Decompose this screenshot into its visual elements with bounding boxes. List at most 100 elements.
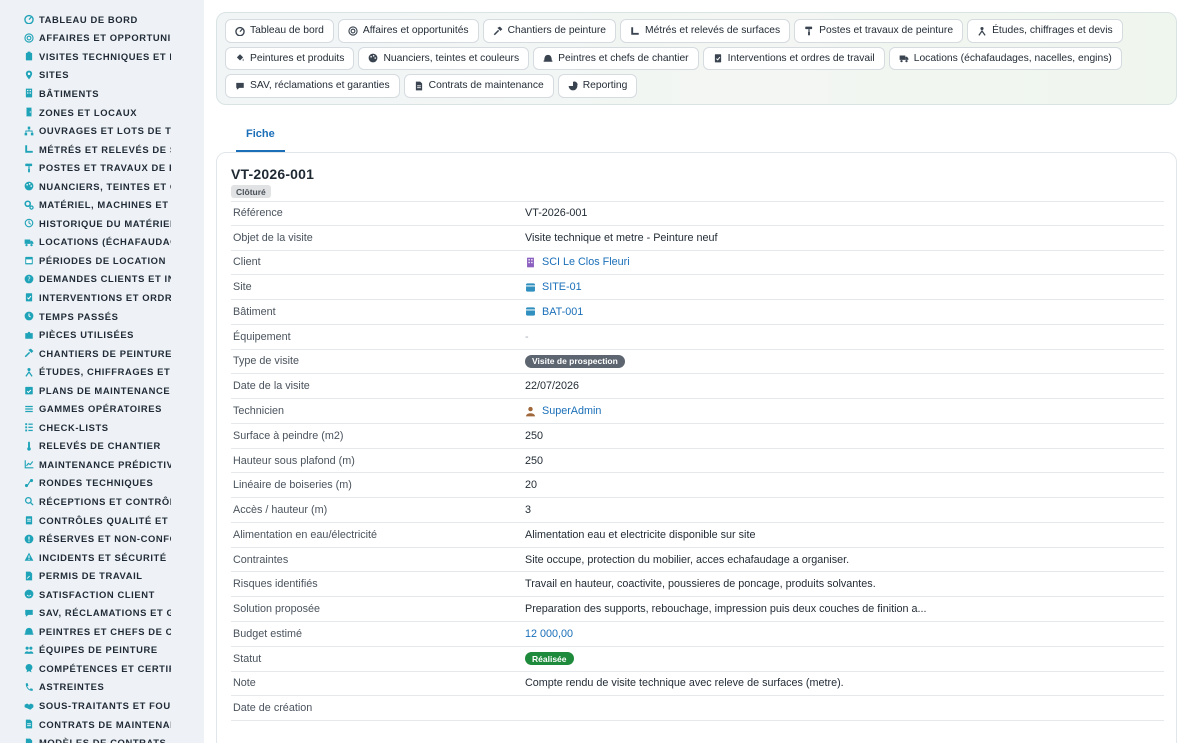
quick-link-button[interactable]: Nuanciers, teintes et couleurs xyxy=(358,46,530,70)
sidebar-item[interactable]: CHANTIERS DE PEINTURE xyxy=(0,344,204,363)
field-label: Surface à peindre (m2) xyxy=(233,429,344,442)
sidebar-item-label: COMPÉTENCES ET CERTIFICATIONS xyxy=(39,662,171,674)
sidebar-item[interactable]: NUANCIERS, TEINTES ET COULEURS xyxy=(0,177,204,196)
sidebar-item[interactable]: SOUS-TRAITANTS ET FOURNISSEURS xyxy=(0,696,204,715)
quick-link-button[interactable]: Tableau de bord xyxy=(225,19,334,43)
quick-link-button[interactable]: Métrés et relevés de surfaces xyxy=(620,19,791,43)
quick-link-label: Locations (échafaudages, nacelles, engin… xyxy=(913,52,1112,64)
field-value: SCI Le Clos Fleuri xyxy=(525,256,1164,268)
building-icon xyxy=(24,88,34,98)
sidebar-item[interactable]: VISITES TECHNIQUES ET MÉTRÉS xyxy=(0,47,204,66)
field-value-text: Preparation des supports, rebouchage, im… xyxy=(525,603,927,616)
field-row: Date de la visite 22/07/2026 xyxy=(231,374,1164,400)
quick-link-button[interactable]: Interventions et ordres de travail xyxy=(702,46,885,70)
sidebar-item-label: ÉQUIPES DE PEINTURE xyxy=(39,644,158,656)
sidebar-item[interactable]: RÉSERVES ET NON-CONFORMITÉS xyxy=(0,529,204,548)
sidebar-item[interactable]: PIÈCES UTILISÉES xyxy=(0,325,204,344)
field-link[interactable]: BAT-001 xyxy=(542,306,583,318)
sidebar-item[interactable]: ASTREINTES xyxy=(0,678,204,697)
quick-link-button[interactable]: Contrats de maintenance xyxy=(403,74,554,98)
field-link[interactable]: SITE-01 xyxy=(542,281,582,293)
sidebar-item[interactable]: RELEVÉS DE CHANTIER xyxy=(0,437,204,456)
quick-link-label: Peintures et produits xyxy=(250,52,345,64)
field-value-text: Compte rendu de visite technique avec re… xyxy=(525,677,844,690)
quick-link-button[interactable]: Locations (échafaudages, nacelles, engin… xyxy=(888,46,1122,70)
question-icon: ? xyxy=(24,274,34,284)
field-value-text: 22/07/2026 xyxy=(525,380,580,393)
quick-link-button[interactable]: Affaires et opportunités xyxy=(337,19,479,43)
field-row: Budget estimé 12 000,00 xyxy=(231,622,1164,647)
field-link[interactable]: 12 000,00 xyxy=(525,628,573,640)
quick-link-button[interactable]: Chantiers de peinture xyxy=(482,19,617,43)
quick-link-button[interactable]: Peintres et chefs de chantier xyxy=(533,46,699,70)
field-value: 3 xyxy=(525,504,1164,516)
sidebar-item-label: SATISFACTION CLIENT xyxy=(39,588,155,600)
field-label: Hauteur sous plafond (m) xyxy=(233,454,355,467)
sidebar-item[interactable]: ZONES ET LOCAUX xyxy=(0,103,204,122)
list-icon xyxy=(24,404,34,414)
sidebar-item[interactable]: ÉTUDES, CHIFFRAGES ET DEVIS xyxy=(0,362,204,381)
sidebar-item[interactable]: TABLEAU DE BORD xyxy=(0,10,204,29)
clipboard-list-icon xyxy=(24,515,34,525)
sidebar-item[interactable]: LOCATIONS (ÉCHAFAUDAGES, NACELLES) xyxy=(0,233,204,252)
hammer-icon xyxy=(493,26,503,36)
field-value: 250 xyxy=(525,430,1164,442)
sidebar-item[interactable]: GAMMES OPÉRATOIRES xyxy=(0,399,204,418)
sidebar-item[interactable]: MATÉRIEL, MACHINES ET OUTILLAGE xyxy=(0,195,204,214)
field-label: Bâtiment xyxy=(233,305,276,318)
field-value: 12 000,00 xyxy=(525,628,1164,640)
sidebar-item[interactable]: RÉCEPTIONS ET CONTRÔLES xyxy=(0,492,204,511)
sidebar-item[interactable]: PÉRIODES DE LOCATION xyxy=(0,251,204,270)
field-label: Solution proposée xyxy=(233,603,321,616)
quick-link-label: Interventions et ordres de travail xyxy=(727,52,875,64)
quick-link-label: Métrés et relevés de surfaces xyxy=(645,25,781,37)
sidebar-item-label: AFFAIRES ET OPPORTUNITÉS xyxy=(39,32,171,44)
sidebar-item[interactable]: COMPÉTENCES ET CERTIFICATIONS xyxy=(0,659,204,678)
sidebar-item[interactable]: OUVRAGES ET LOTS DE TRAVAUX xyxy=(0,121,204,140)
quick-link-button[interactable]: Postes et travaux de peinture xyxy=(794,19,964,43)
sidebar-item-label: CHANTIERS DE PEINTURE xyxy=(39,347,171,359)
sidebar-item[interactable]: ? DEMANDES CLIENTS ET INTERVENTIONS xyxy=(0,270,204,289)
field-link[interactable]: SCI Le Clos Fleuri xyxy=(542,256,630,268)
field-label: Client xyxy=(233,256,261,269)
sidebar-item-label: MÉTRÉS ET RELEVÉS DE SURFACES xyxy=(39,143,171,155)
quick-link-button[interactable]: Reporting xyxy=(557,74,638,98)
sidebar-item[interactable]: SAV, RÉCLAMATIONS ET GARANTIES xyxy=(0,604,204,623)
sidebar-item[interactable]: PLANS DE MAINTENANCE xyxy=(0,381,204,400)
field-value: Visite technique et metre - Peinture neu… xyxy=(525,232,1164,244)
sidebar-item[interactable]: AFFAIRES ET OPPORTUNITÉS xyxy=(0,29,204,48)
sidebar-item[interactable]: HISTORIQUE DU MATÉRIEL xyxy=(0,214,204,233)
sidebar-item[interactable]: POSTES ET TRAVAUX DE PEINTURE xyxy=(0,158,204,177)
quick-link-button[interactable]: Études, chiffrages et devis xyxy=(967,19,1123,43)
field-row: Technicien SuperAdmin xyxy=(231,399,1164,424)
sidebar-item[interactable]: BÂTIMENTS xyxy=(0,84,204,103)
sidebar-item[interactable]: CONTRÔLES QUALITÉ ET CONFORMITÉ xyxy=(0,511,204,530)
chart-line-icon xyxy=(24,459,34,469)
sidebar-item[interactable]: INCIDENTS ET SÉCURITÉ xyxy=(0,548,204,567)
tab-fiche[interactable]: Fiche xyxy=(236,118,285,152)
sidebar-item[interactable]: INTERVENTIONS ET ORDRES DE TRAVAIL xyxy=(0,288,204,307)
sidebar-item[interactable]: ÉQUIPES DE PEINTURE xyxy=(0,641,204,660)
target-icon xyxy=(348,26,358,36)
sidebar-item[interactable]: MÉTRÉS ET RELEVÉS DE SURFACES xyxy=(0,140,204,159)
palette-icon xyxy=(24,181,34,191)
sidebar-item[interactable]: MAINTENANCE PRÉDICTIVE xyxy=(0,455,204,474)
field-row: Risques identifiés Travail en hauteur, co… xyxy=(231,572,1164,598)
sidebar-item[interactable]: CONTRATS DE MAINTENANCE xyxy=(0,715,204,734)
quick-link-button[interactable]: SAV, réclamations et garanties xyxy=(225,74,400,98)
sidebar-item-label: MAINTENANCE PRÉDICTIVE xyxy=(39,458,171,470)
field-value-text: 250 xyxy=(525,454,544,467)
sidebar-item[interactable]: RONDES TECHNIQUES xyxy=(0,474,204,493)
sidebar-item[interactable]: TEMPS PASSÉS xyxy=(0,307,204,326)
sidebar-item[interactable]: MODÈLES DE CONTRATS xyxy=(0,733,204,743)
sidebar-item[interactable]: PEINTRES ET CHEFS DE CHANTIER xyxy=(0,622,204,641)
field-value-text: VT-2026-001 xyxy=(525,207,588,220)
sidebar-item[interactable]: CHECK-LISTS xyxy=(0,418,204,437)
field-link[interactable]: SuperAdmin xyxy=(542,405,601,417)
sidebar-item[interactable]: SATISFACTION CLIENT xyxy=(0,585,204,604)
field-value-text: 250 xyxy=(525,429,544,442)
sidebar-item-label: PÉRIODES DE LOCATION xyxy=(39,254,166,266)
sidebar-item[interactable]: SITES xyxy=(0,66,204,85)
sidebar-item[interactable]: PERMIS DE TRAVAIL xyxy=(0,566,204,585)
quick-link-button[interactable]: Peintures et produits xyxy=(225,46,355,70)
